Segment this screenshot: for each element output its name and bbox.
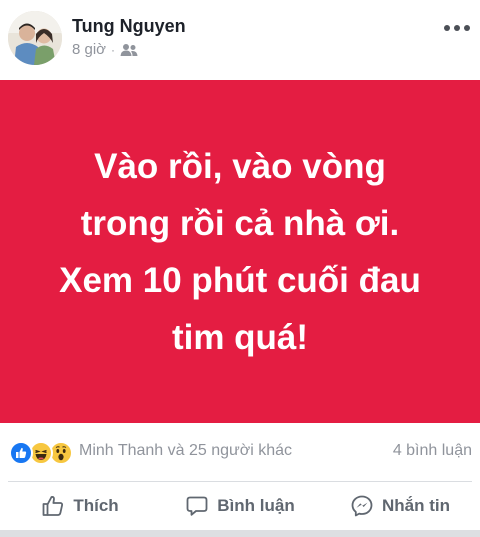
reaction-icons[interactable] [9,441,75,465]
more-dots-icon[interactable] [444,22,470,34]
meta-separator: · [111,42,116,57]
like-button[interactable]: Thích [0,482,160,530]
post-text: Vào rồi, vào vòng trong rồi cả nhà ơi. X… [59,146,421,357]
comment-bubble-icon [185,494,209,518]
friends-icon [120,43,138,57]
comment-count[interactable]: 4 bình luận [393,442,472,460]
reaction-names[interactable]: Minh Thanh và 25 người khác [79,442,292,460]
more-dot [444,25,450,31]
reactions-bar: Minh Thanh và 25 người khác 4 bình luận [0,423,480,481]
more-dot [464,25,470,31]
post-time[interactable]: 8 giờ [72,41,106,58]
bottom-separator [0,530,480,537]
post-header: Tung Nguyen 8 giờ · [0,0,480,80]
avatar[interactable] [8,11,62,65]
comment-button[interactable]: Bình luận [160,482,320,530]
author-name[interactable]: Tung Nguyen [72,16,186,37]
messenger-icon [350,494,374,518]
like-reaction-icon [9,441,33,465]
like-label: Thích [73,496,119,515]
post-background[interactable]: Vào rồi, vào vòng trong rồi cả nhà ơi. X… [0,80,480,423]
message-button[interactable]: Nhắn tin [320,482,480,530]
post-meta: 8 giờ · [72,41,138,58]
message-label: Nhắn tin [382,496,450,515]
comment-label: Bình luận [217,496,295,515]
more-dot [454,25,460,31]
thumbs-up-icon [41,494,65,518]
action-bar: Thích Bình luận Nhắn tin [0,482,480,530]
